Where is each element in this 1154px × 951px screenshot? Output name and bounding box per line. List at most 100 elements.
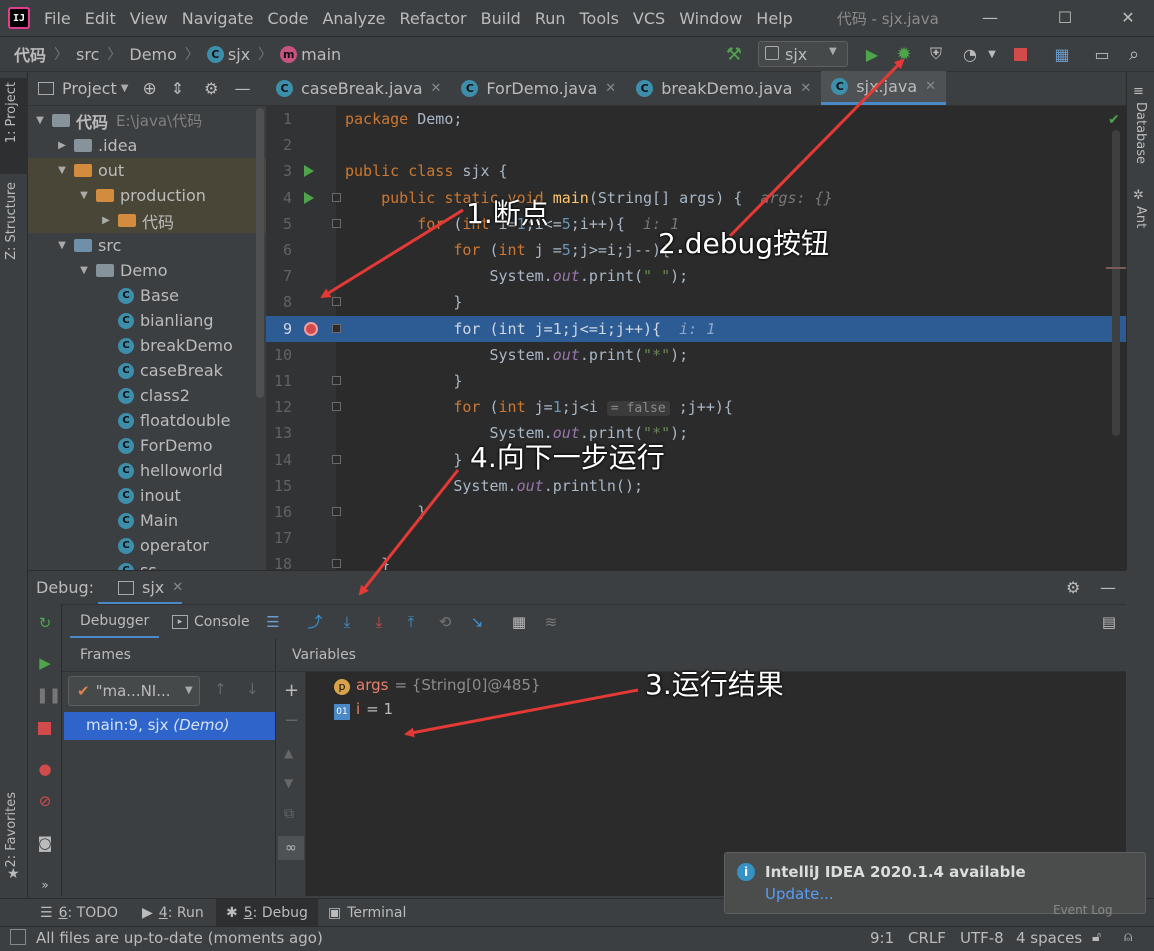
menu-code[interactable]: Code xyxy=(268,9,317,28)
code-line[interactable]: 13 System.out.print("*"); xyxy=(266,420,1126,446)
code-line[interactable]: 10 System.out.print("*"); xyxy=(266,342,1126,368)
ant-tool-tab[interactable]: Ant xyxy=(1133,206,1148,228)
bottom-tab[interactable]: ✱ 5: Debug xyxy=(216,899,318,927)
stop-icon[interactable] xyxy=(36,720,54,738)
tree-item[interactable]: Cclass2 xyxy=(28,383,266,408)
menu-refactor[interactable]: Refactor xyxy=(400,9,475,28)
variable-row[interactable]: 01 i = 1 xyxy=(334,700,393,720)
fold-marker-icon[interactable] xyxy=(332,297,341,307)
fold-marker-icon[interactable] xyxy=(332,454,341,464)
bottom-tab[interactable]: ▶ 4: Run xyxy=(132,899,214,927)
tree-item[interactable]: ▼ Demo xyxy=(28,258,266,283)
menu-help[interactable]: Help xyxy=(756,9,800,28)
tab-debugger[interactable]: Debugger xyxy=(70,605,160,639)
close-icon[interactable]: ✕ xyxy=(431,81,442,96)
menu-edit[interactable]: Edit xyxy=(85,9,124,28)
menu-tools[interactable]: Tools xyxy=(580,9,627,28)
coverage-shield-icon[interactable]: ⛨ xyxy=(924,42,948,66)
tree-item[interactable]: ▼ src xyxy=(28,233,266,258)
fold-marker-icon[interactable] xyxy=(332,507,341,516)
menu-navigate[interactable]: Navigate xyxy=(182,9,262,28)
tree-item[interactable]: Cbianliang xyxy=(28,308,266,333)
chevron-down-icon[interactable]: ▼ xyxy=(980,42,1004,66)
bottom-tab[interactable]: ▣ Terminal xyxy=(318,899,416,927)
code-line[interactable]: 18 } xyxy=(266,551,1126,570)
close-icon[interactable]: ✕ xyxy=(172,580,183,595)
expand-down-icon[interactable]: ▼ xyxy=(34,115,46,126)
fold-marker-icon[interactable] xyxy=(332,402,341,412)
tree-item[interactable]: Cinout xyxy=(28,483,266,508)
profiler-icon[interactable]: ◔ xyxy=(958,42,982,66)
code-editor[interactable]: 1 package Demo; 2 3 public class sjx {4 publ… xyxy=(266,106,1126,570)
tree-item[interactable]: CbreakDemo xyxy=(28,333,266,358)
gear-icon[interactable]: ⚙ xyxy=(204,79,218,98)
tree-item[interactable]: ▶ .idea xyxy=(28,133,266,158)
step-over-icon[interactable]: ⤓ xyxy=(338,613,356,631)
status-toggle-icon[interactable] xyxy=(10,929,26,945)
run-to-cursor-icon[interactable]: ↘ xyxy=(468,613,486,631)
project-structure-icon[interactable]: ▦ xyxy=(1050,42,1074,66)
line-separator[interactable]: CRLF xyxy=(908,929,946,947)
run-icon[interactable]: ▶ xyxy=(860,42,884,66)
thread-select[interactable]: ✔ "ma...NI... ▼ xyxy=(68,676,200,706)
tree-item[interactable]: Coperator xyxy=(28,533,266,558)
expand-right-icon[interactable]: ▶ xyxy=(56,140,68,151)
drop-frame-icon[interactable]: ⟲ xyxy=(436,613,454,631)
menu-file[interactable]: File xyxy=(44,9,79,28)
code-line[interactable]: 14 } xyxy=(266,447,1126,473)
bottom-tab[interactable]: ☰ 6: TODO xyxy=(30,899,128,927)
frame-item[interactable]: main:9, sjx (Demo) xyxy=(64,712,275,740)
close-icon[interactable]: ✕ xyxy=(925,79,936,94)
indent-setting[interactable]: 4 spaces xyxy=(1016,929,1082,947)
tree-item[interactable]: CcaseBreak xyxy=(28,358,266,383)
move-down-icon[interactable]: ▼ xyxy=(284,776,293,790)
fold-marker-icon[interactable] xyxy=(332,376,341,385)
close-icon[interactable]: ✕ xyxy=(605,81,616,96)
fold-marker-icon[interactable] xyxy=(332,323,341,333)
tree-item[interactable]: ▼ 代码 E:\java\代码 xyxy=(28,108,266,133)
hide-panel-icon[interactable]: — xyxy=(1100,578,1116,597)
breadcrumb-method[interactable]: main xyxy=(301,45,341,64)
pause-icon[interactable]: ❚❚ xyxy=(36,686,61,704)
tree-item[interactable]: ▼ out xyxy=(28,158,266,183)
move-up-icon[interactable]: ▲ xyxy=(284,746,293,760)
camera-icon[interactable]: ◙ xyxy=(36,834,54,852)
project-tool-tab[interactable]: 1: Project xyxy=(4,82,19,143)
collapse-all-icon[interactable]: ⇕ xyxy=(171,79,184,98)
terminal-window-icon[interactable]: ▭ xyxy=(1090,42,1114,66)
update-notification[interactable]: i IntelliJ IDEA 2020.1.4 available Updat… xyxy=(724,852,1146,917)
step-out-icon[interactable]: ⤒ xyxy=(402,613,420,631)
step-into-icon[interactable]: ⤓ xyxy=(370,613,388,631)
editor-scrollbar[interactable] xyxy=(1112,130,1120,436)
chevron-down-icon[interactable]: ▼ xyxy=(121,83,129,94)
menu-window[interactable]: Window xyxy=(679,9,750,28)
layout-settings-icon[interactable]: ▤ xyxy=(1100,613,1118,631)
watches-glasses-icon[interactable]: ∞ xyxy=(278,836,304,860)
variable-row[interactable]: p args = {String[0]@485} xyxy=(334,676,541,695)
favorites-tool-tab[interactable]: 2: Favorites xyxy=(4,792,19,868)
locate-target-icon[interactable]: ⊕ xyxy=(142,79,156,99)
menu-view[interactable]: View xyxy=(130,9,176,28)
code-line[interactable]: 4 public static void main(String[] args)… xyxy=(266,185,1126,211)
breadcrumb-project[interactable]: 代码 xyxy=(14,42,46,66)
code-line[interactable]: 15 System.out.println(); xyxy=(266,473,1126,499)
code-line[interactable]: 2 xyxy=(266,132,1126,158)
run-config-select[interactable]: sjx ▼ xyxy=(758,41,848,67)
menu-list-icon[interactable]: ☰ xyxy=(264,613,282,631)
hide-panel-icon[interactable]: — xyxy=(234,79,250,98)
maximize-icon[interactable]: ☐ xyxy=(1055,8,1075,27)
breadcrumb-src[interactable]: src xyxy=(76,45,99,64)
build-hammer-icon[interactable]: ⚒ xyxy=(722,42,746,66)
add-watch-icon[interactable]: + xyxy=(284,680,299,701)
editor-tab[interactable]: Csjx.java ✕ xyxy=(821,71,947,105)
expand-down-icon[interactable]: ▼ xyxy=(78,190,90,201)
tree-item[interactable]: Css xyxy=(28,558,266,570)
code-line[interactable]: 9 for (int j=1;j<=i;j++){ i: 1 xyxy=(266,315,1126,342)
close-icon[interactable]: ✕ xyxy=(1118,8,1138,27)
menu-vcs[interactable]: VCS xyxy=(633,9,673,28)
caret-position[interactable]: 9:1 xyxy=(870,929,894,947)
editor-tab[interactable]: C ForDemo.java ✕ xyxy=(451,71,626,105)
tree-item[interactable]: Cfloatdouble xyxy=(28,408,266,433)
expand-down-icon[interactable]: ▼ xyxy=(56,165,68,176)
trace-stream-icon[interactable]: ≋ xyxy=(542,613,560,631)
